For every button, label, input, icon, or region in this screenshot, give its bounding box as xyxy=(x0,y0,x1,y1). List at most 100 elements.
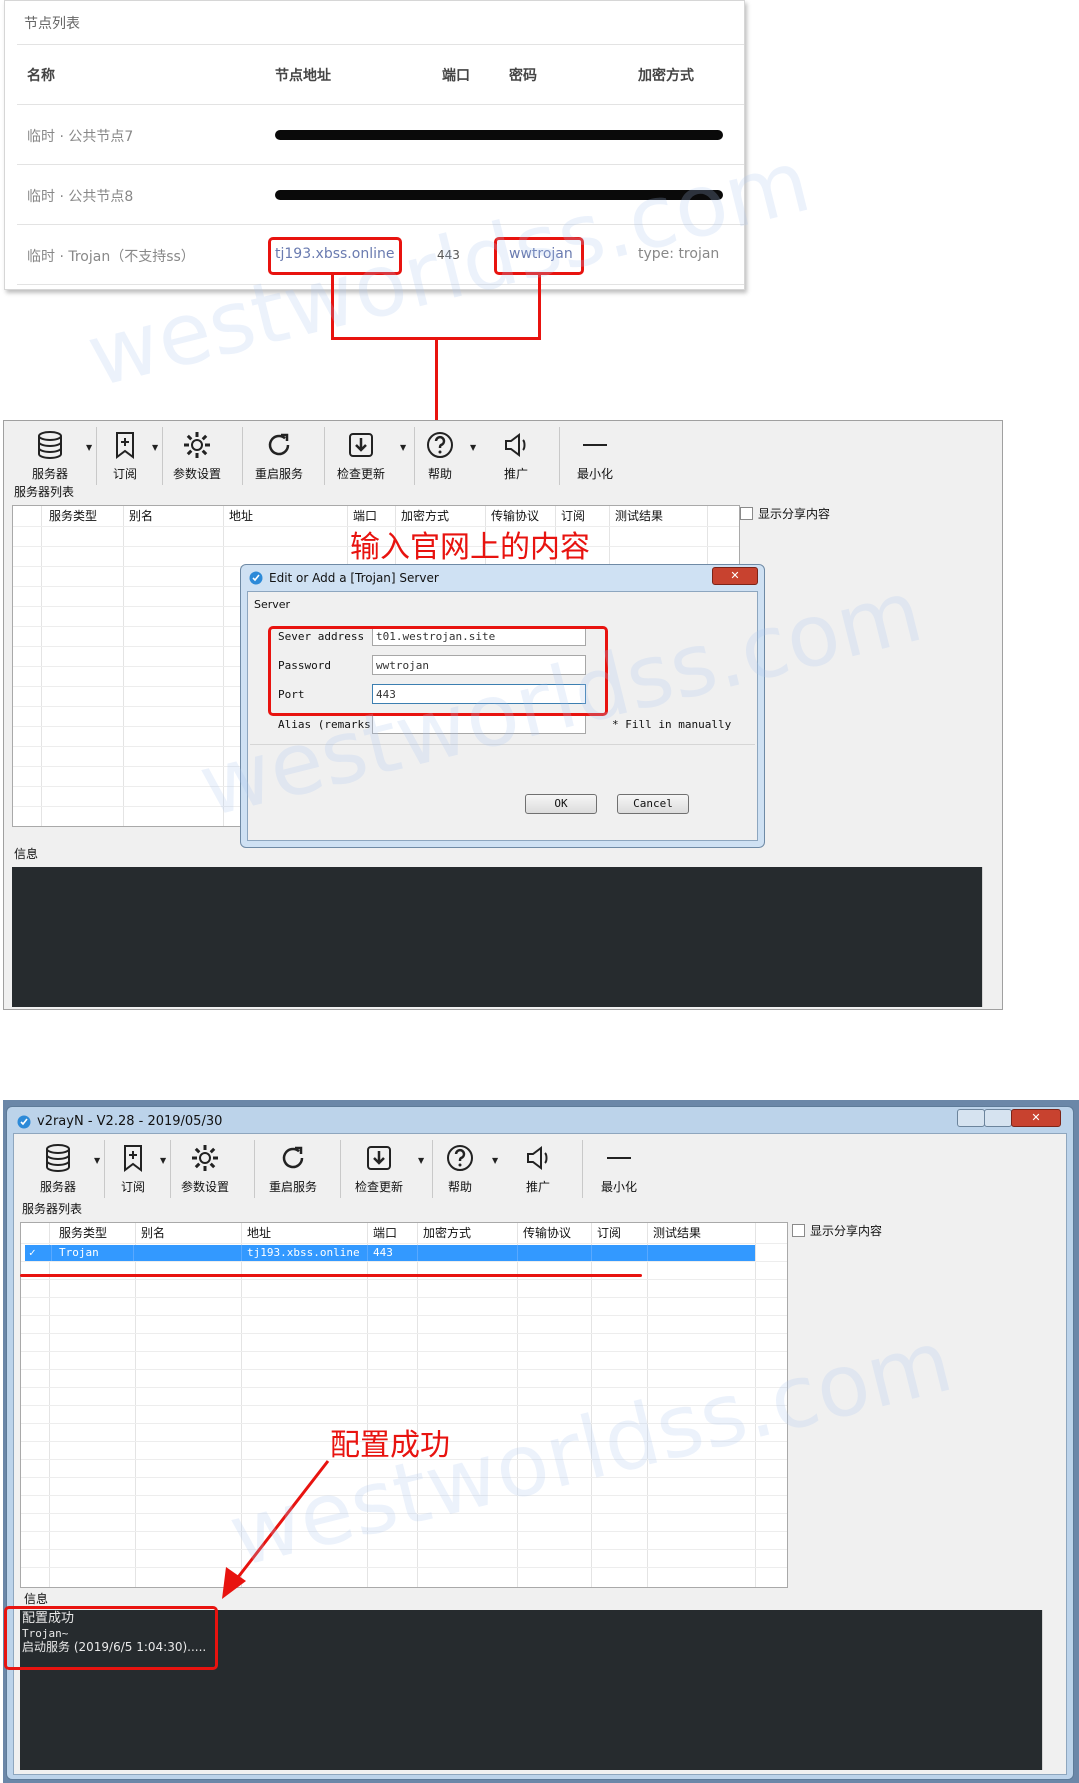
settings-button[interactable]: 参数设置 xyxy=(166,421,228,493)
gear-icon xyxy=(184,432,210,458)
dropdown-arrow-icon[interactable]: ▼ xyxy=(418,1156,424,1165)
node-row-trojan-name[interactable]: 临时 · Trojan（不支持ss） xyxy=(27,246,195,266)
dropdown-arrow-icon[interactable]: ▼ xyxy=(492,1156,498,1165)
gear-icon xyxy=(192,1145,218,1171)
dropdown-arrow-icon[interactable]: ▼ xyxy=(94,1156,100,1165)
server-list-label: 服务器列表 xyxy=(22,1202,83,1216)
help-button[interactable]: 帮助 ▼ xyxy=(420,421,476,493)
minimize-button[interactable]: 最小化 xyxy=(570,421,620,493)
node-row-7-name[interactable]: 临时 · 公共节点7 xyxy=(27,126,133,146)
help-button[interactable]: 帮助 ▼ xyxy=(440,1134,498,1206)
node-row-trojan-port: 443 xyxy=(437,248,460,262)
share-checkbox[interactable] xyxy=(792,1224,805,1237)
database-icon xyxy=(46,1144,70,1173)
alias-label: Alias (remarks) xyxy=(278,718,378,731)
share-checkbox[interactable] xyxy=(740,507,753,520)
dropdown-arrow-icon[interactable]: ▼ xyxy=(160,1156,166,1165)
minimize-button[interactable]: 最小化 xyxy=(594,1134,644,1206)
highlight-dialog-fields xyxy=(268,626,608,716)
subscribe-button[interactable]: 订阅 ▼ xyxy=(110,1134,166,1206)
col-alias[interactable]: 别名 xyxy=(129,506,153,526)
toolbar: 服务器 ▼ 订阅 ▼ 参数设置 重启服务 检查更新 ▼ 帮助 ▼ 推广 最小化 xyxy=(14,421,1002,493)
share-checkbox-label: 显示分享内容 xyxy=(758,507,831,521)
restart-button[interactable]: 重启服务 xyxy=(248,421,310,493)
server-list-label: 服务器列表 xyxy=(14,485,75,499)
row-type: Trojan xyxy=(59,1246,99,1259)
dropdown-arrow-icon[interactable]: ▼ xyxy=(152,443,158,452)
toolbar: 服务器 ▼ 订阅 ▼ 参数设置 重启服务 检查更新 ▼ 帮助 ▼ 推广 最小化 xyxy=(22,1134,1066,1206)
bookmark-plus-icon xyxy=(124,1145,142,1172)
app-icon xyxy=(249,571,263,585)
col-name: 名称 xyxy=(27,68,55,84)
cancel-button[interactable]: Cancel xyxy=(617,794,689,814)
fill-hint: * Fill in manually xyxy=(612,718,732,731)
col-address[interactable]: 地址 xyxy=(247,1223,271,1243)
speaker-icon xyxy=(505,433,526,457)
servers-button[interactable]: 服务器 ▼ xyxy=(30,1134,100,1206)
table-row[interactable]: ✓ Trojan tj193.xbss.online 443 xyxy=(25,1245,755,1261)
node-list-title: 节点列表 xyxy=(24,16,80,32)
subscribe-button[interactable]: 订阅 ▼ xyxy=(102,421,158,493)
highlight-log-box xyxy=(4,1606,218,1670)
settings-button[interactable]: 参数设置 xyxy=(174,1134,236,1206)
col-test[interactable]: 测试结果 xyxy=(653,1223,701,1243)
node-row-8-name[interactable]: 临时 · 公共节点8 xyxy=(27,186,133,206)
server-group-label: Server xyxy=(254,598,291,611)
col-subscription[interactable]: 订阅 xyxy=(597,1223,621,1243)
download-icon xyxy=(349,433,373,457)
window-maximize-button[interactable] xyxy=(984,1109,1012,1127)
col-port: 端口 xyxy=(442,68,470,84)
annotation-enter-site: 输入官网上的内容 xyxy=(350,530,590,565)
highlight-password-box xyxy=(494,237,584,275)
restart-button[interactable]: 重启服务 xyxy=(262,1134,324,1206)
share-checkbox-label: 显示分享内容 xyxy=(810,1224,883,1238)
check-update-button[interactable]: 检查更新 ▼ xyxy=(330,421,406,493)
row-port: 443 xyxy=(373,1246,393,1259)
info-label: 信息 xyxy=(14,847,39,861)
speaker-icon xyxy=(527,1146,548,1170)
col-password: 密码 xyxy=(509,68,537,84)
download-icon xyxy=(367,1146,391,1170)
col-method[interactable]: 加密方式 xyxy=(423,1223,471,1243)
col-test[interactable]: 测试结果 xyxy=(615,506,663,526)
log-scrollbar[interactable] xyxy=(982,867,1001,1007)
alias-input[interactable] xyxy=(372,714,586,734)
redaction-bar xyxy=(275,130,723,140)
dialog-close-button[interactable]: ✕ xyxy=(712,567,758,585)
database-icon xyxy=(38,431,62,460)
annotation-config-success: 配置成功 xyxy=(330,1428,450,1463)
redaction-bar xyxy=(275,190,723,200)
col-network[interactable]: 传输协议 xyxy=(523,1223,571,1243)
dialog-title: Edit or Add a [Trojan] Server xyxy=(269,571,439,585)
promote-button[interactable]: 推广 xyxy=(494,421,538,493)
v2rayn-window-main: v2rayN - V2.28 - 2019/05/30 ✕ 服务器 ▼ 订阅 ▼… xyxy=(6,1106,1074,1780)
main-client-area: 服务器 ▼ 订阅 ▼ 参数设置 重启服务 检查更新 ▼ 帮助 ▼ 推广 最小化 … xyxy=(13,1133,1067,1775)
highlight-address-box xyxy=(268,237,402,275)
window-close-button[interactable]: ✕ xyxy=(1011,1109,1061,1127)
col-type[interactable]: 服务类型 xyxy=(59,1223,107,1243)
selected-check-icon: ✓ xyxy=(29,1246,36,1259)
refresh-icon xyxy=(268,433,290,456)
ok-button[interactable]: OK xyxy=(525,794,597,814)
dropdown-arrow-icon[interactable]: ▼ xyxy=(470,443,476,452)
col-alias[interactable]: 别名 xyxy=(141,1223,165,1243)
question-icon xyxy=(427,432,453,458)
app-icon xyxy=(17,1115,31,1129)
node-row-trojan-method: type: trojan xyxy=(638,246,720,262)
dropdown-arrow-icon[interactable]: ▼ xyxy=(86,443,92,452)
log-scrollbar[interactable] xyxy=(1042,1610,1063,1770)
col-method: 加密方式 xyxy=(638,68,694,84)
minus-icon xyxy=(583,444,607,446)
refresh-icon xyxy=(282,1146,304,1169)
col-port[interactable]: 端口 xyxy=(373,1223,397,1243)
col-type[interactable]: 服务类型 xyxy=(49,506,97,526)
row-address: tj193.xbss.online xyxy=(247,1246,360,1259)
window-title: v2rayN - V2.28 - 2019/05/30 xyxy=(37,1114,223,1129)
arrow-icon xyxy=(222,1460,330,1599)
promote-button[interactable]: 推广 xyxy=(516,1134,560,1206)
window-minimize-button[interactable] xyxy=(957,1109,985,1127)
col-address[interactable]: 地址 xyxy=(229,506,253,526)
check-update-button[interactable]: 检查更新 ▼ xyxy=(348,1134,424,1206)
question-icon xyxy=(447,1145,473,1171)
dropdown-arrow-icon[interactable]: ▼ xyxy=(400,443,406,452)
